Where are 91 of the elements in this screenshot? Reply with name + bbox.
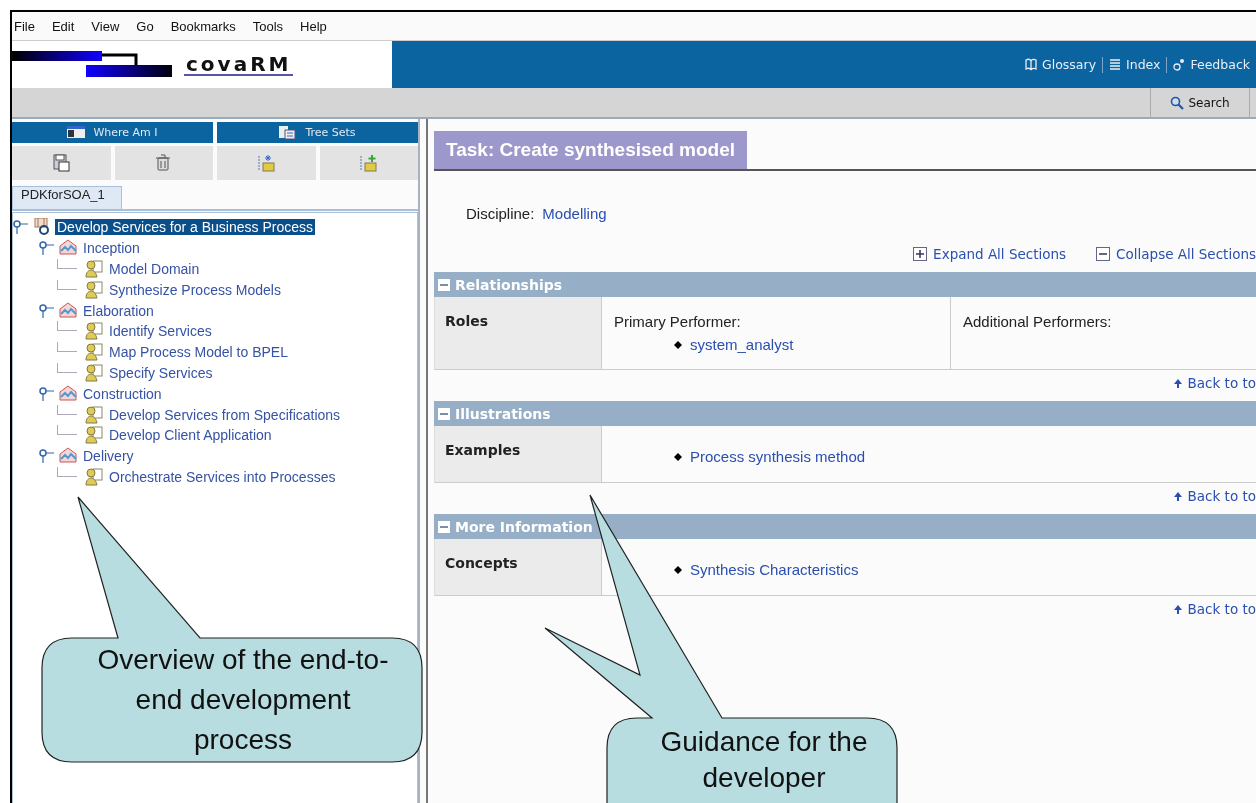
bullet-icon bbox=[674, 452, 682, 461]
tree-item[interactable]: Synthesize Process Models bbox=[107, 281, 283, 298]
menu-item[interactable]: View bbox=[91, 18, 120, 34]
tree-item[interactable]: Inception bbox=[81, 240, 142, 257]
expand-toggle[interactable] bbox=[39, 303, 55, 318]
callout-text: Overview of the end-to-end development process bbox=[96, 643, 390, 757]
folder-add-icon bbox=[360, 154, 378, 172]
new-folder-button[interactable] bbox=[217, 146, 316, 180]
hill-icon bbox=[59, 239, 77, 258]
tree-item[interactable]: Map Process Model to BPEL bbox=[107, 344, 290, 361]
hill-icon bbox=[59, 384, 77, 403]
hill-icon bbox=[59, 301, 77, 320]
tree-item[interactable]: Elaboration bbox=[81, 302, 156, 319]
person-icon bbox=[85, 426, 103, 445]
add-folder-button[interactable] bbox=[319, 146, 418, 180]
collapse-icon[interactable] bbox=[438, 520, 450, 533]
tree-item[interactable]: Develop Client Application bbox=[107, 427, 274, 444]
arrow-up-icon bbox=[1173, 491, 1182, 501]
folder-icon bbox=[257, 154, 275, 172]
row-label: Concepts bbox=[435, 539, 602, 595]
tree-item[interactable]: Orchestrate Services into Processes bbox=[107, 468, 338, 485]
person-icon bbox=[85, 260, 103, 278]
collapse-all-link[interactable]: Collapse All Sections bbox=[1116, 246, 1256, 262]
person-icon bbox=[85, 467, 103, 486]
tree-item[interactable]: Specify Services bbox=[107, 364, 215, 381]
tree-item[interactable]: Construction bbox=[81, 385, 164, 402]
tree-tab[interactable]: PDKforSOA_1 bbox=[12, 186, 122, 209]
link[interactable]: system_analyst bbox=[690, 336, 794, 353]
section-title: Relationships bbox=[455, 276, 563, 293]
list-icon bbox=[1109, 57, 1122, 72]
back-to-top-link[interactable]: Back to to bbox=[1187, 375, 1256, 391]
expand-toggle[interactable] bbox=[39, 241, 55, 256]
trash-icon bbox=[155, 154, 173, 172]
menu-item[interactable]: Help bbox=[300, 18, 327, 34]
feedback-icon bbox=[1173, 57, 1186, 72]
collapse-icon[interactable] bbox=[438, 278, 450, 291]
back-to-top-link[interactable]: Back to to bbox=[1187, 488, 1256, 504]
field-label: Discipline: bbox=[466, 205, 535, 222]
person-icon bbox=[85, 363, 103, 382]
hill-icon bbox=[59, 447, 77, 466]
menu-item[interactable]: Go bbox=[136, 18, 154, 34]
save-icon bbox=[52, 154, 70, 172]
tree-item[interactable]: Identify Services bbox=[107, 323, 214, 340]
person-icon bbox=[85, 343, 103, 362]
callout-text: Guidance for the developer bbox=[659, 725, 869, 795]
document-icon bbox=[279, 126, 298, 139]
person-icon bbox=[85, 405, 103, 424]
collapse-icon[interactable] bbox=[438, 407, 450, 420]
expand-toggle[interactable] bbox=[13, 220, 29, 235]
expand-toggle[interactable] bbox=[39, 449, 55, 464]
discipline-link[interactable]: Modelling bbox=[542, 205, 607, 222]
save-button[interactable] bbox=[12, 146, 111, 180]
person-icon bbox=[85, 322, 103, 341]
panel-tab[interactable]: Where Am I bbox=[12, 122, 213, 143]
page-title: Task: Create synthesised model bbox=[434, 131, 747, 169]
expand-icon bbox=[913, 247, 928, 261]
section-title: Illustrations bbox=[455, 405, 551, 422]
row-label: Roles bbox=[435, 297, 602, 369]
menu-item[interactable]: File bbox=[14, 18, 35, 34]
cell-heading: Primary Performer: bbox=[614, 313, 742, 330]
cell-heading: Additional Performers: bbox=[963, 313, 1113, 330]
row-label: Examples bbox=[435, 426, 602, 482]
back-to-top-link[interactable]: Back to to bbox=[1187, 601, 1256, 617]
bullet-icon bbox=[674, 340, 682, 349]
banner-link[interactable]: Glossary bbox=[1042, 57, 1097, 72]
expand-toggle[interactable] bbox=[39, 386, 55, 401]
section-title: More Information bbox=[455, 518, 593, 535]
arrow-up-icon bbox=[1173, 604, 1182, 614]
tree-item[interactable]: Delivery bbox=[81, 448, 136, 465]
banner-link[interactable]: Index bbox=[1126, 57, 1161, 72]
logo-text: covaRM bbox=[184, 53, 294, 76]
panel-tab[interactable]: Tree Sets bbox=[217, 122, 418, 143]
menu-item[interactable]: Edit bbox=[51, 18, 75, 34]
window-icon bbox=[67, 126, 86, 139]
link[interactable]: Synthesis Characteristics bbox=[690, 561, 859, 578]
menu-item[interactable]: Tools bbox=[252, 18, 284, 34]
bullet-icon bbox=[674, 565, 682, 574]
tree-item[interactable]: Model Domain bbox=[107, 261, 202, 277]
delete-button[interactable] bbox=[114, 146, 213, 180]
link[interactable]: Process synthesis method bbox=[690, 448, 866, 465]
tree-item[interactable]: Develop Services from Specifications bbox=[107, 406, 343, 423]
collapse-icon bbox=[1096, 247, 1111, 261]
tree-item[interactable]: Develop Services for a Business Process bbox=[55, 219, 315, 236]
banner-link[interactable]: Feedback bbox=[1190, 57, 1250, 72]
expand-all-link[interactable]: Expand All Sections bbox=[933, 246, 1067, 262]
search-button[interactable]: Search bbox=[1150, 88, 1250, 117]
search-icon bbox=[1170, 95, 1185, 110]
menu-item[interactable]: Bookmarks bbox=[170, 18, 236, 34]
person-icon bbox=[85, 280, 103, 299]
arrow-up-icon bbox=[1173, 378, 1182, 388]
book-icon bbox=[1025, 57, 1037, 72]
